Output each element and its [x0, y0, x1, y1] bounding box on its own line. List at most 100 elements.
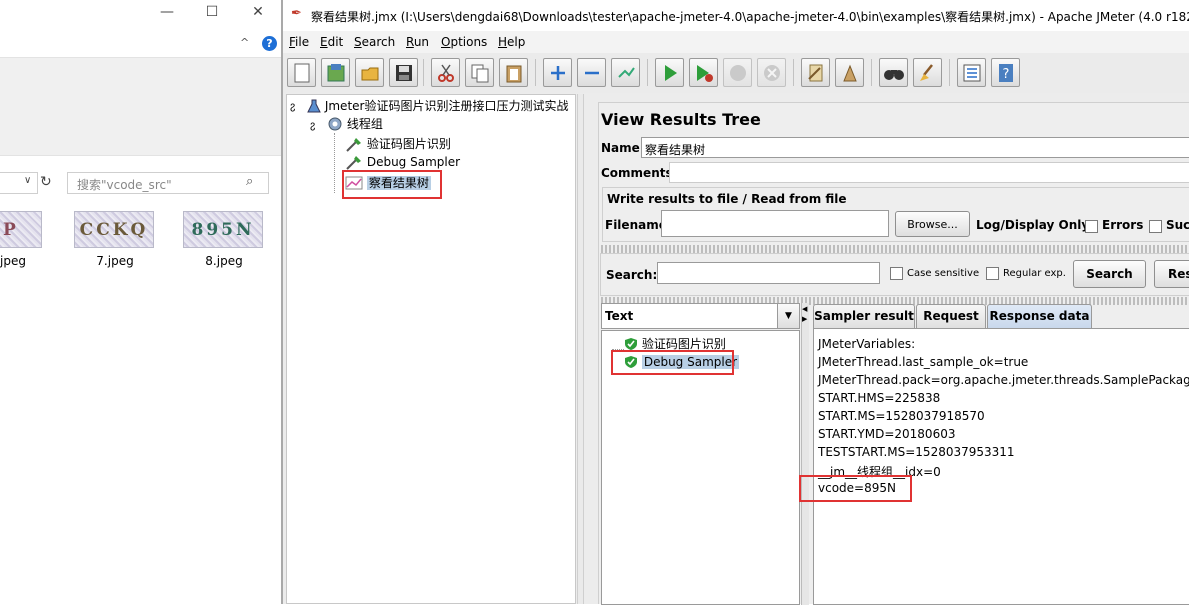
chevron-down-icon[interactable]: ▼ — [777, 304, 799, 328]
collapse-icon[interactable] — [577, 58, 606, 87]
svg-text:?: ? — [1002, 67, 1009, 82]
pane-splitter[interactable] — [577, 94, 584, 604]
comments-label: Comments: — [601, 166, 678, 180]
menu-bar: File Edit Search Run Options Help — [283, 31, 1189, 53]
flask-icon — [307, 99, 321, 112]
search-input[interactable] — [657, 262, 880, 284]
tree-expander[interactable]: ⴧ — [310, 117, 315, 131]
menu-run[interactable]: Run — [406, 35, 429, 49]
search-panel: Search: Case sensitive Regular exp. Sear… — [600, 253, 1189, 296]
comments-field[interactable] — [669, 162, 1189, 183]
menu-options[interactable]: Options — [441, 35, 487, 49]
expand-icon[interactable] — [543, 58, 572, 87]
clear-icon[interactable] — [801, 58, 830, 87]
success-checkbox[interactable] — [1149, 220, 1162, 233]
window-title: 察看结果树.jmx (I:\Users\dengdai68\Downloads\… — [311, 10, 1189, 24]
test-plan-tree: ⴧ Jmeter验证码图片识别注册接口压力测试实战 ⴧ 线程组 验证码图片识别 … — [286, 94, 576, 604]
save-icon[interactable] — [389, 58, 418, 87]
menu-help[interactable]: Help — [498, 35, 525, 49]
reset-search-icon[interactable] — [913, 58, 942, 87]
tab-sampler-result[interactable]: Sampler result — [813, 304, 915, 328]
thumbnail-image[interactable]: OP — [0, 211, 42, 248]
tab-request[interactable]: Request — [916, 304, 986, 328]
tree-node-debug-sampler[interactable]: Debug Sampler — [345, 154, 460, 170]
cut-icon[interactable] — [431, 58, 460, 87]
browse-button[interactable]: Browse... — [895, 211, 970, 237]
results-splitter[interactable]: ◀ ▶ — [801, 303, 809, 605]
toolbar: ? — [283, 53, 1189, 93]
case-sensitive-checkbox[interactable] — [890, 267, 903, 280]
search-button[interactable]: Search — [1073, 260, 1146, 288]
help-icon[interactable]: ? — [991, 58, 1020, 87]
regex-label: Regular exp. — [1003, 268, 1066, 279]
menu-edit[interactable]: Edit — [320, 35, 343, 49]
menu-search[interactable]: Search — [354, 35, 395, 49]
gear-icon — [328, 117, 342, 130]
log-display-label: Log/Display Only: — [976, 218, 1094, 232]
minimize-button[interactable]: — — [155, 4, 179, 20]
close-button[interactable]: ✕ — [246, 4, 270, 20]
errors-checkbox[interactable] — [1085, 220, 1098, 233]
pipette-icon — [346, 137, 361, 152]
tab-response-data[interactable]: Response data — [987, 304, 1092, 328]
function-helper-icon[interactable] — [957, 58, 986, 87]
tree-node-thread-group[interactable]: 线程组 — [327, 115, 383, 132]
search-icon[interactable]: ⌕ — [246, 174, 253, 189]
start-no-pause-icon[interactable] — [689, 58, 718, 87]
maximize-button[interactable]: ☐ — [200, 4, 224, 20]
file-name[interactable]: 7.jpeg — [74, 254, 156, 268]
toggle-icon[interactable] — [611, 58, 640, 87]
clear-all-icon[interactable] — [835, 58, 864, 87]
title-bar: ✒ 察看结果树.jmx (I:\Users\dengdai68\Download… — [283, 0, 1189, 31]
stop-icon[interactable] — [723, 58, 752, 87]
divider-grip[interactable] — [601, 245, 1189, 253]
filename-label: Filename — [605, 218, 667, 232]
copy-icon[interactable] — [465, 58, 494, 87]
jmeter-window: ✒ 察看结果树.jmx (I:\Users\dengdai68\Download… — [281, 0, 1189, 605]
search-label: Search: — [606, 268, 658, 282]
name-label: Name: — [601, 141, 645, 155]
name-field[interactable]: 察看结果树 — [641, 137, 1189, 158]
new-icon[interactable] — [287, 58, 316, 87]
search-input[interactable]: 搜索"vcode_src" — [67, 172, 269, 194]
tree-node-test-plan[interactable]: Jmeter验证码图片识别注册接口压力测试实战 — [307, 97, 568, 114]
address-bar[interactable] — [0, 172, 38, 194]
regex-checkbox[interactable] — [986, 267, 999, 280]
file-name[interactable]: jpeg — [0, 254, 28, 268]
results-tree: 验证码图片识别 Debug Sampler — [601, 330, 800, 605]
paste-icon[interactable] — [499, 58, 528, 87]
shutdown-icon[interactable] — [757, 58, 786, 87]
templates-icon[interactable] — [321, 58, 350, 87]
menu-file[interactable]: File — [289, 35, 309, 49]
highlight-box — [342, 170, 442, 199]
thumbnail-image[interactable]: 895N — [183, 211, 263, 248]
collapse-ribbon-icon[interactable]: ^ — [240, 36, 249, 49]
renderer-select[interactable]: Text ▼ — [601, 303, 800, 329]
write-results-group: Write results to file / Read from file F… — [602, 187, 1189, 242]
filename-field[interactable] — [661, 210, 889, 237]
chevron-down-icon[interactable]: ∨ — [24, 175, 31, 186]
response-line: JMeterThread.pack=org.apache.jmeter.thre… — [818, 373, 1189, 387]
tree-expander[interactable]: ⴧ — [290, 98, 295, 112]
pipette-icon — [346, 156, 361, 170]
open-icon[interactable] — [355, 58, 384, 87]
file-name[interactable]: 8.jpeg — [183, 254, 265, 268]
search-icon[interactable] — [879, 58, 908, 87]
refresh-icon[interactable]: ↻ — [40, 174, 52, 190]
response-data-text[interactable]: JMeterVariables: JMeterThread.last_sampl… — [813, 328, 1189, 605]
highlight-box — [799, 475, 912, 502]
file-explorer-window: — ☐ ✕ ^ ? ∨ ↻ 搜索"vcode_src" ⌕ OP jpeg CC… — [0, 0, 281, 604]
reset-button[interactable]: Res — [1154, 260, 1189, 288]
help-icon[interactable]: ? — [262, 36, 277, 51]
view-results-tree-panel: View Results Tree Name: 察看结果树 Comments: … — [598, 102, 1189, 605]
success-shield-icon — [625, 337, 637, 350]
response-line: START.YMD=20180603 — [818, 427, 956, 441]
success-label: Succ — [1166, 218, 1189, 232]
response-line: START.HMS=225838 — [818, 391, 941, 405]
start-icon[interactable] — [655, 58, 684, 87]
response-line: JMeterThread.last_sample_ok=true — [818, 355, 1029, 369]
ribbon-area — [0, 57, 281, 156]
thumbnail-image[interactable]: CCKQ — [74, 211, 154, 248]
response-line: JMeterVariables: — [818, 337, 916, 351]
tree-node-sampler-captcha[interactable]: 验证码图片识别 — [345, 135, 451, 152]
